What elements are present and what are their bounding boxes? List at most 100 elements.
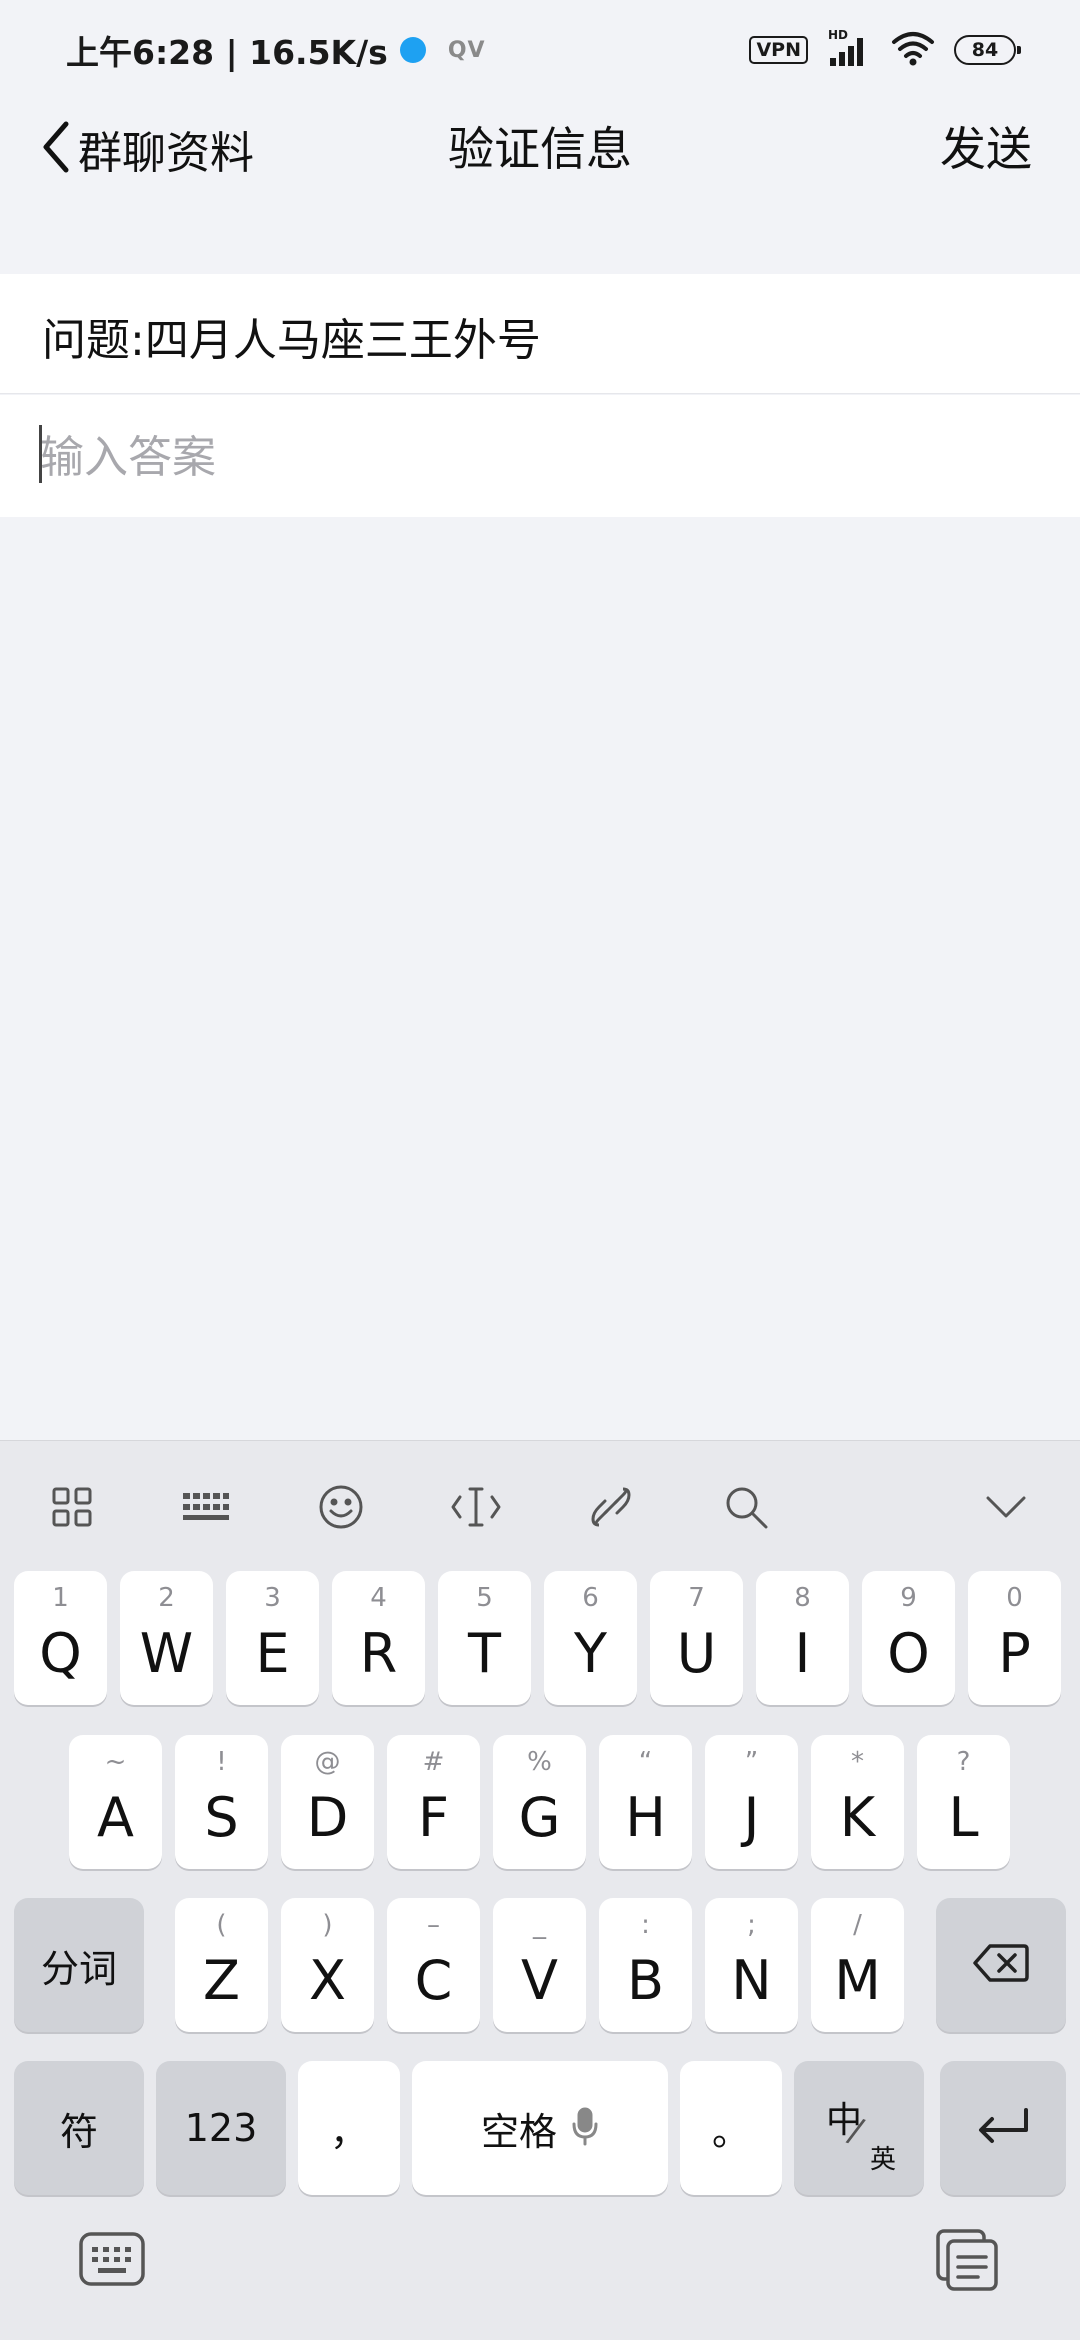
key-letter: L bbox=[948, 1785, 979, 1849]
key-letter: U bbox=[676, 1621, 717, 1685]
key-hint: ? bbox=[956, 1747, 971, 1777]
key-hint: ! bbox=[216, 1747, 227, 1777]
clipboard-link-icon[interactable] bbox=[583, 1479, 639, 1535]
key-f[interactable]: # F bbox=[387, 1735, 480, 1869]
app-notification-icon bbox=[399, 37, 426, 63]
key-hint: 1 bbox=[52, 1583, 69, 1613]
key-e[interactable]: 3E bbox=[226, 1571, 319, 1705]
microphone-icon bbox=[571, 2106, 599, 2150]
nav-bar: 群聊资料 验证信息 发送 bbox=[0, 100, 1080, 200]
key-letter: Y bbox=[574, 1621, 607, 1685]
comma-key-label: ， bbox=[329, 2109, 368, 2154]
key-letter: E bbox=[255, 1621, 290, 1685]
clipboard-icon[interactable] bbox=[934, 2227, 1000, 2297]
key-hint: – bbox=[427, 1910, 440, 1940]
key-hint: _ bbox=[533, 1910, 546, 1940]
key-t[interactable]: 5T bbox=[438, 1571, 531, 1705]
key-a[interactable]: ~ A bbox=[69, 1735, 162, 1869]
key-k[interactable]: * K bbox=[811, 1735, 904, 1869]
numbers-key-label: 123 bbox=[184, 2106, 258, 2150]
emoji-icon[interactable] bbox=[313, 1479, 369, 1535]
key-s[interactable]: ! S bbox=[175, 1735, 268, 1869]
key-r[interactable]: 4R bbox=[332, 1571, 425, 1705]
text-caret bbox=[39, 425, 42, 483]
key-h[interactable]: “H bbox=[599, 1735, 692, 1869]
keyboard-layout-icon[interactable] bbox=[178, 1479, 234, 1535]
keyboard-bottom-bar bbox=[0, 2201, 1080, 2340]
key-z[interactable]: (Z bbox=[175, 1898, 268, 2032]
keyboard-switch-icon[interactable] bbox=[78, 2231, 146, 2291]
key-n[interactable]: ; N bbox=[705, 1898, 798, 2032]
key-j[interactable]: ” J bbox=[705, 1735, 798, 1869]
status-time-speed: 上午6:28 | 16.5K/s bbox=[66, 33, 388, 72]
key-v[interactable]: _ V bbox=[493, 1898, 586, 2032]
key-letter: Q bbox=[39, 1621, 82, 1685]
cursor-move-icon[interactable] bbox=[448, 1479, 504, 1535]
key-hint: 7 bbox=[688, 1583, 705, 1613]
key-m[interactable]: / M bbox=[811, 1898, 904, 2032]
key-letter: S bbox=[204, 1785, 239, 1849]
collapse-keyboard-icon[interactable] bbox=[978, 1479, 1034, 1535]
key-hint: “ bbox=[638, 1747, 653, 1777]
search-icon[interactable] bbox=[718, 1479, 774, 1535]
key-o[interactable]: 9O bbox=[862, 1571, 955, 1705]
language-alt-label: 英 bbox=[870, 2145, 897, 2175]
key-hint: ) bbox=[322, 1910, 333, 1940]
key-letter: R bbox=[359, 1621, 398, 1685]
send-button[interactable]: 发送 bbox=[940, 116, 1032, 182]
key-hint: ; bbox=[747, 1910, 756, 1940]
battery-icon: 84 bbox=[954, 35, 1021, 65]
key-hint: 3 bbox=[264, 1583, 281, 1613]
key-x[interactable]: ) X bbox=[281, 1898, 374, 2032]
comma-key[interactable]: ， bbox=[298, 2061, 400, 2195]
space-key[interactable]: 空格 bbox=[412, 2061, 668, 2195]
language-switch-key[interactable]: 中 / 英 bbox=[794, 2061, 924, 2195]
key-letter: I bbox=[794, 1621, 811, 1685]
key-y[interactable]: 6Y bbox=[544, 1571, 637, 1705]
key-q[interactable]: 1Q bbox=[14, 1571, 107, 1705]
question-text: 问题:四月人马座三王外号 bbox=[42, 315, 541, 366]
key-letter: X bbox=[309, 1948, 346, 2012]
grid-menu-icon[interactable] bbox=[44, 1479, 100, 1535]
keyboard: 1Q2W3E4R5T6Y7U8I9O0P ~ A! S @ D # F% G “H” J * K? L … bbox=[0, 1440, 1080, 2340]
key-l[interactable]: ? L bbox=[917, 1735, 1010, 1869]
period-key-label: 。 bbox=[711, 2109, 750, 2154]
space-key-label: 空格 bbox=[480, 2109, 557, 2154]
key-hint: ” bbox=[744, 1747, 759, 1777]
key-letter: C bbox=[414, 1948, 453, 2012]
key-hint: 6 bbox=[582, 1583, 599, 1613]
qv-app-icon: QV bbox=[447, 37, 486, 63]
backspace-icon bbox=[972, 1942, 1030, 1988]
key-w[interactable]: 2W bbox=[120, 1571, 213, 1705]
backspace-key[interactable] bbox=[936, 1898, 1066, 2032]
key-g[interactable]: % G bbox=[493, 1735, 586, 1869]
key-hint: : bbox=[641, 1910, 650, 1940]
key-u[interactable]: 7U bbox=[650, 1571, 743, 1705]
key-hint: * bbox=[851, 1747, 864, 1777]
answer-input[interactable] bbox=[40, 419, 1040, 495]
key-letter: P bbox=[998, 1621, 1031, 1685]
key-hint: ~ bbox=[104, 1747, 127, 1777]
status-bar: 上午6:28 | 16.5K/s QV VPN HD 84 bbox=[0, 0, 1080, 100]
key-b[interactable]: :B bbox=[599, 1898, 692, 2032]
segment-key[interactable]: 分词 bbox=[14, 1898, 144, 2032]
numbers-key[interactable]: 123 bbox=[156, 2061, 286, 2195]
key-letter: A bbox=[97, 1785, 134, 1849]
enter-key[interactable] bbox=[940, 2061, 1066, 2195]
key-p[interactable]: 0P bbox=[968, 1571, 1061, 1705]
key-letter: Z bbox=[203, 1948, 240, 2012]
key-i[interactable]: 8I bbox=[756, 1571, 849, 1705]
segment-key-label: 分词 bbox=[40, 1946, 117, 1991]
key-d[interactable]: @ D bbox=[281, 1735, 374, 1869]
answer-row[interactable] bbox=[0, 395, 1080, 517]
period-key[interactable]: 。 bbox=[680, 2061, 782, 2195]
page-title: 验证信息 bbox=[448, 122, 632, 176]
key-hint: / bbox=[853, 1910, 862, 1940]
key-letter: T bbox=[468, 1621, 501, 1685]
key-hint: 2 bbox=[158, 1583, 175, 1613]
symbols-key[interactable]: 符 bbox=[14, 2061, 144, 2195]
key-c[interactable]: – C bbox=[387, 1898, 480, 2032]
key-letter: F bbox=[417, 1785, 450, 1849]
key-letter: W bbox=[139, 1621, 194, 1685]
key-hint: 0 bbox=[1006, 1583, 1023, 1613]
